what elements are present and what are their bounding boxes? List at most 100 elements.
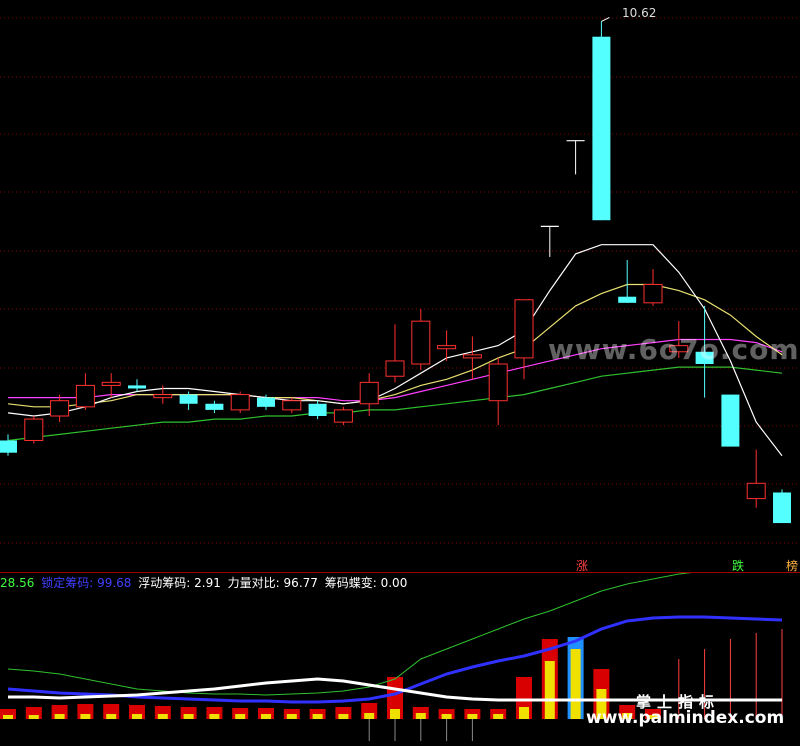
candlestick [746, 449, 766, 508]
candle-body [282, 400, 302, 411]
candlestick [101, 373, 121, 398]
green-chip-line [7, 568, 783, 696]
candle-body [411, 320, 431, 365]
candlestick [205, 400, 224, 413]
chip-bar [25, 707, 42, 719]
chip-bar [516, 677, 532, 719]
watermark-palmindex: www.palmindex.com [586, 708, 785, 728]
chip-bar-core [28, 715, 39, 719]
watermark-site: www.6o7o.com [548, 333, 800, 366]
chip-bar-core [544, 661, 555, 719]
candlestick [385, 324, 405, 383]
candlestick [128, 379, 146, 392]
chip-bar-core [157, 714, 168, 719]
chip-bar [567, 637, 584, 719]
high-price-pointer [601, 16, 610, 22]
candle-body [592, 36, 611, 221]
candlestick [75, 373, 95, 410]
candle-body [179, 394, 198, 404]
chip-bar [77, 704, 94, 719]
candle-body [618, 296, 637, 303]
candlestick [773, 489, 791, 524]
chip-bar-core [209, 714, 220, 719]
chip-bar [154, 706, 171, 719]
chip-bar-core [106, 714, 117, 719]
chip-bar [361, 703, 378, 741]
candlestick [488, 357, 508, 426]
candle-body [643, 283, 663, 304]
chip-bar-core [261, 714, 271, 719]
candlestick [514, 299, 534, 380]
candlestick [592, 21, 611, 221]
locked-chip-value: 99.68 [97, 576, 132, 590]
candle-body [101, 381, 121, 386]
locked-chip-label: 锁定筹码: [41, 576, 94, 590]
candle-body [75, 384, 95, 408]
candlestick [566, 140, 585, 175]
chip-bar [51, 705, 68, 719]
chip-bar [387, 677, 403, 741]
chip-bar [309, 709, 326, 719]
candlestick [230, 391, 250, 413]
price-chart-svg [0, 16, 800, 544]
chip-bar [464, 709, 481, 741]
candle-body [488, 363, 508, 402]
chip-bar-core [183, 714, 194, 719]
candlestick-chart[interactable] [0, 0, 800, 572]
chip-bar-core [286, 714, 297, 719]
candle-body [333, 409, 353, 423]
candlestick [411, 308, 431, 371]
chip-bar-core [390, 709, 400, 719]
first-value: 28.56 [0, 576, 35, 590]
candlestick [308, 400, 327, 420]
candlestick [643, 269, 663, 306]
candlestick [618, 260, 637, 303]
candlestick [0, 434, 17, 456]
candlestick [540, 225, 559, 257]
candle-body [437, 345, 457, 350]
chip-bar [129, 705, 145, 719]
chip-bar [206, 707, 223, 719]
candle-body [153, 394, 173, 399]
chip-bar-core [364, 713, 375, 719]
chip-bar-core [441, 714, 452, 719]
chip-bar-core [415, 713, 426, 719]
candlestick [721, 394, 740, 447]
chip-bar-core [493, 714, 504, 719]
chip-bar [232, 708, 249, 719]
candle-body [0, 440, 17, 453]
chip-bar [335, 707, 352, 719]
candle-body [50, 400, 70, 417]
candle-body [205, 403, 224, 410]
chip-bar-core [235, 714, 246, 719]
floating-chip-value: 2.91 [194, 576, 221, 590]
chip-bar [412, 707, 429, 741]
chip-bar [103, 704, 120, 719]
candle-body [773, 492, 791, 524]
chip-bar [283, 709, 300, 719]
candlestick [50, 394, 70, 423]
indicator-info-bar: 28.56 锁定筹码: 99.68 浮动筹码: 2.91 力量对比: 96.77… [0, 574, 410, 590]
chip-bar [490, 709, 507, 719]
candle-body [721, 394, 740, 447]
candle-body [308, 403, 327, 416]
chip-bar-core [3, 715, 13, 719]
chip-bar [438, 709, 455, 741]
candle-body [128, 385, 146, 389]
chip-bar [258, 708, 274, 719]
chip-bar-core [338, 714, 349, 719]
candle-body [257, 397, 275, 407]
high-price-label: 10.62 [622, 6, 657, 20]
candlestick [333, 406, 353, 426]
chip-bar [0, 709, 16, 719]
candle-body [385, 360, 405, 377]
candle-body [746, 482, 766, 500]
chip-bar-core [54, 714, 65, 719]
chip-bar-core [467, 714, 478, 719]
strength-label: 力量对比: [227, 576, 280, 590]
floating-chip-label: 浮动筹码: [138, 576, 191, 590]
chip-bar-core [132, 714, 142, 719]
candle-body [230, 394, 250, 411]
candle-body [514, 299, 534, 359]
chip-bar-core [80, 714, 91, 719]
